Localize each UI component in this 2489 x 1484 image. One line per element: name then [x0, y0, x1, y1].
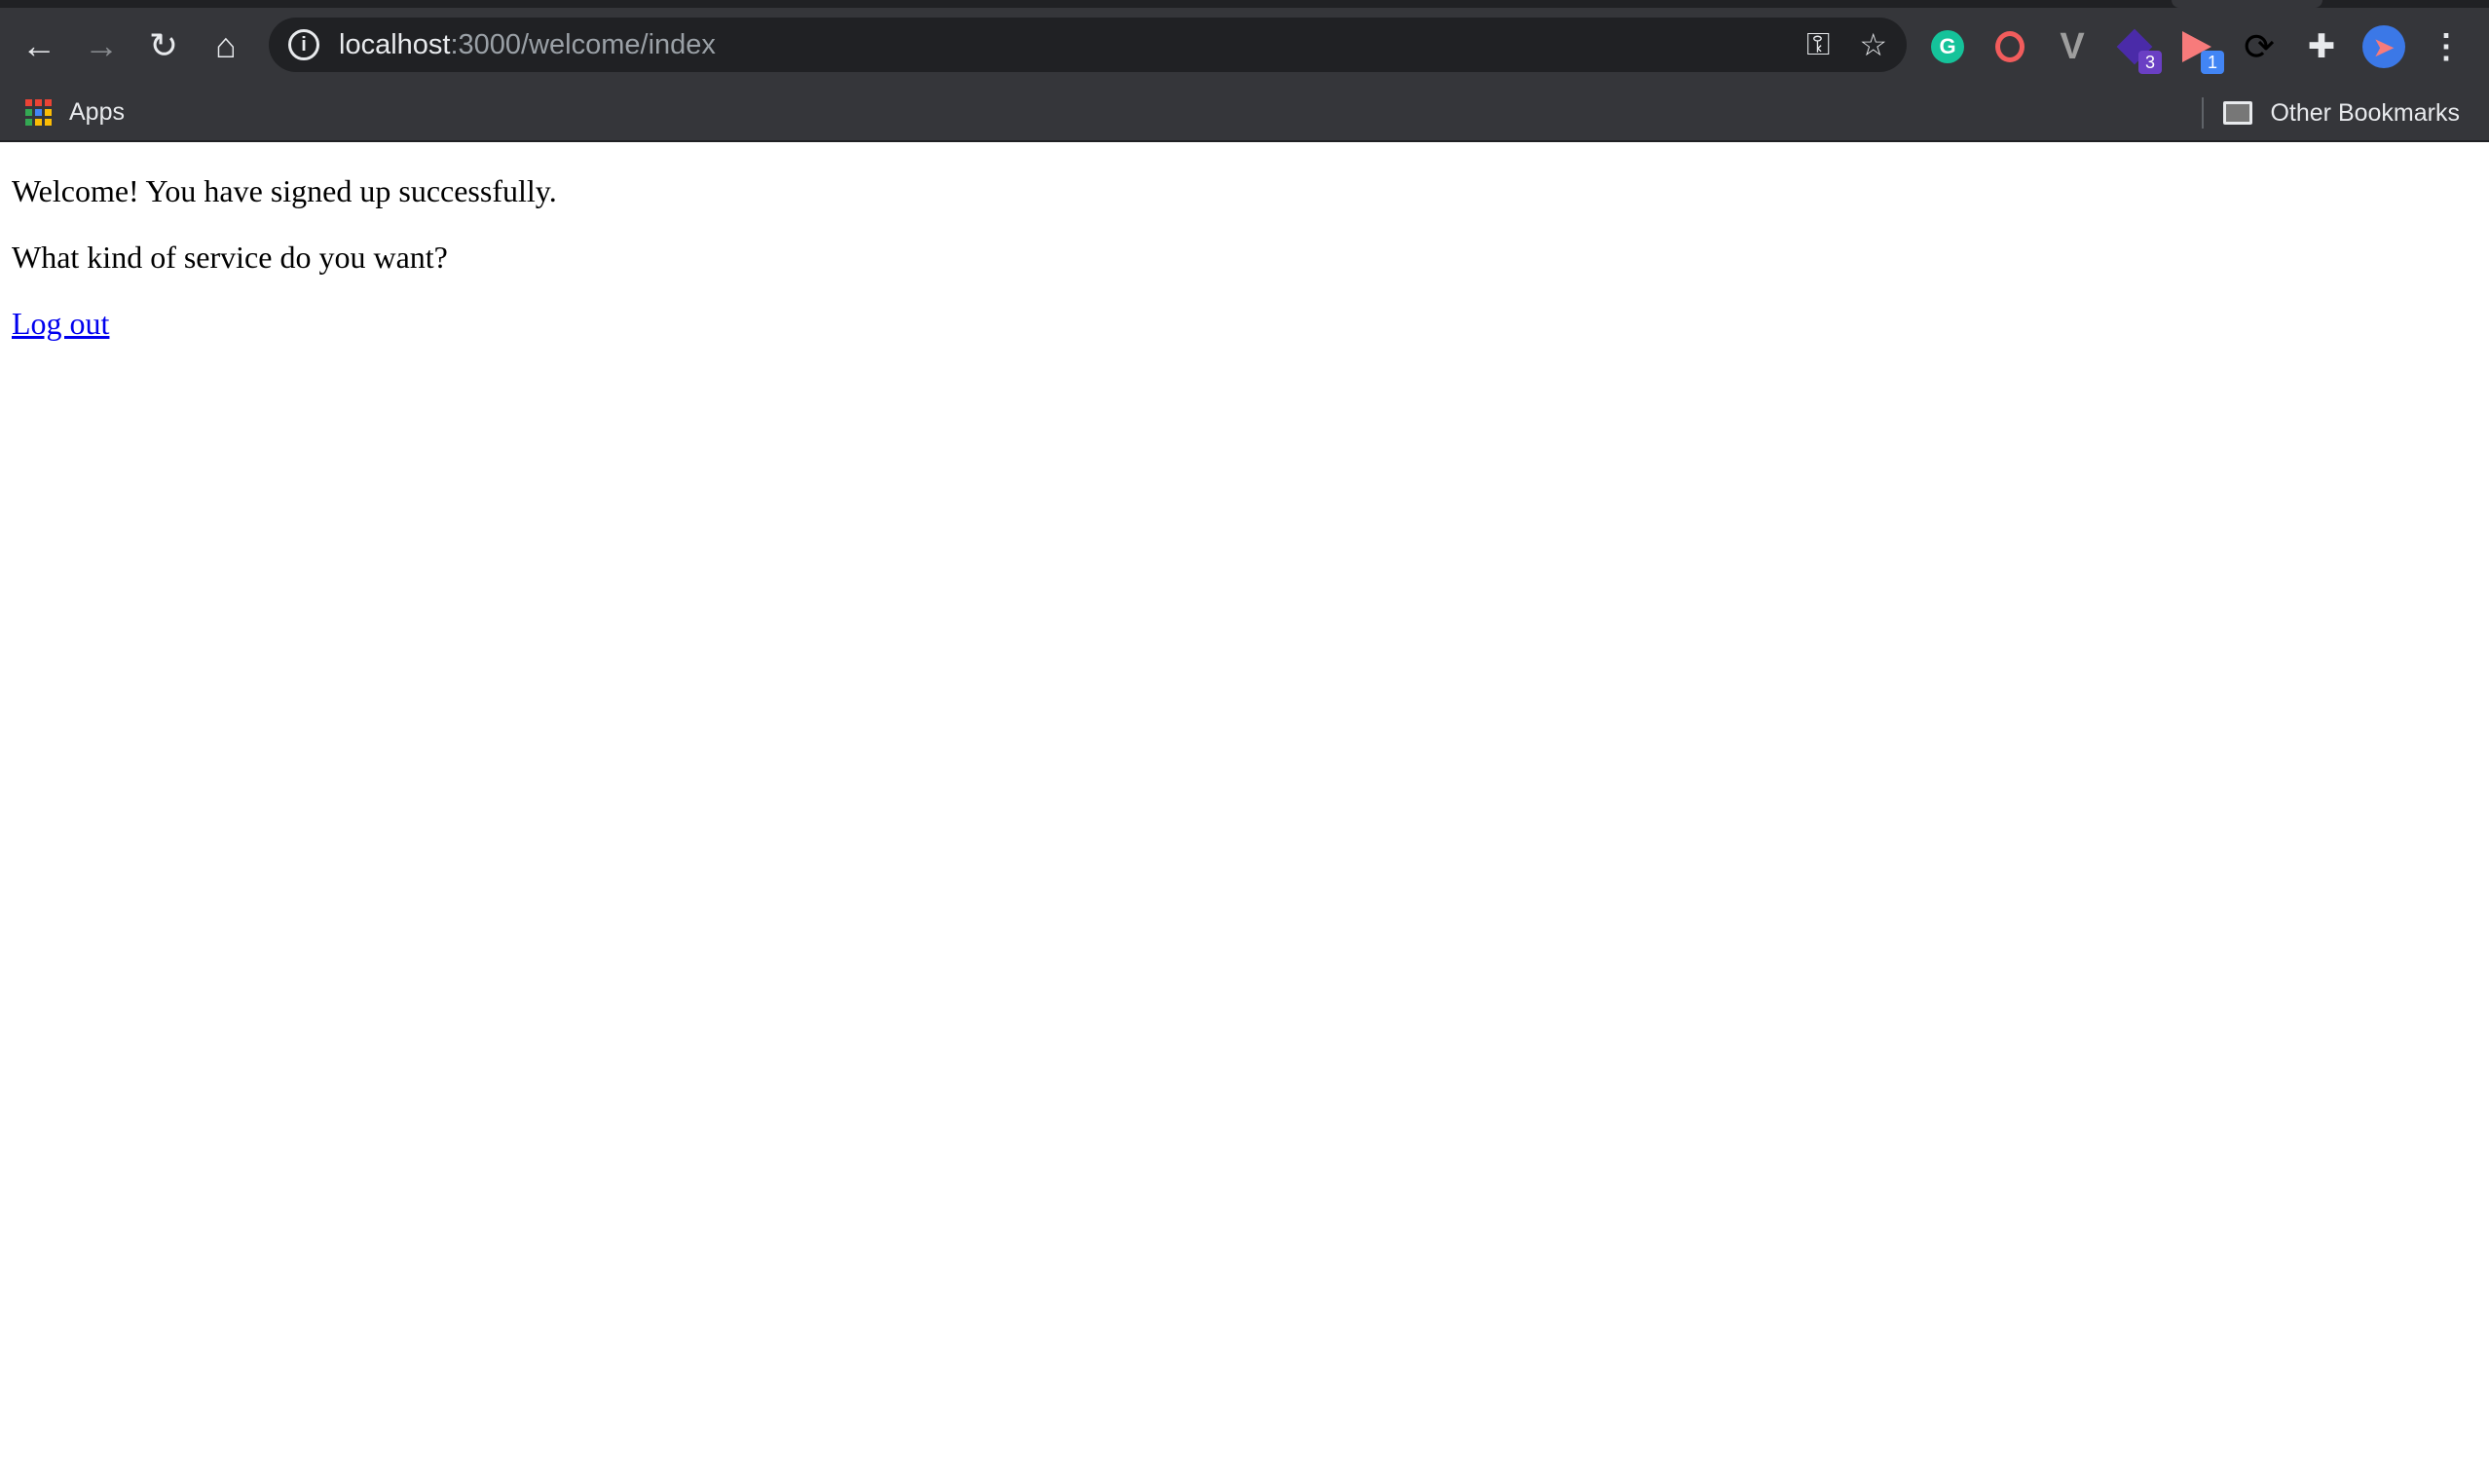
folder-icon	[2223, 101, 2253, 125]
layers-icon[interactable]: 3	[2103, 16, 2166, 78]
browser-chrome: ← → ↻ ⌂ i localhost:3000/welcome/index ⚿…	[0, 0, 2489, 142]
logout-link[interactable]: Log out	[12, 306, 109, 341]
other-bookmarks[interactable]: Other Bookmarks	[2202, 84, 2460, 142]
avatar[interactable]: ➤	[2353, 16, 2415, 78]
tab-strip	[0, 0, 2489, 8]
apps-bookmark[interactable]: Apps	[25, 98, 125, 127]
reload-button[interactable]: ↻	[132, 15, 195, 77]
url-host: localhost	[339, 28, 451, 60]
other-bookmarks-label: Other Bookmarks	[2270, 98, 2460, 127]
welcome-message: Welcome! You have signed up successfully…	[12, 173, 557, 208]
sync-icon[interactable]: ⟳	[2228, 16, 2290, 78]
key-icon[interactable]: ⚿	[1806, 26, 1830, 63]
vue-devtools-icon[interactable]: V	[2041, 16, 2103, 78]
divider	[2202, 97, 2205, 129]
service-question: What kind of service do you want?	[12, 240, 448, 275]
apps-grid-icon	[25, 98, 52, 126]
url-text[interactable]: localhost:3000/welcome/index	[339, 29, 716, 61]
star-icon[interactable]: ☆	[1859, 26, 1887, 63]
info-icon[interactable]: i	[288, 29, 319, 60]
bookmarks-bar: Apps Other Bookmarks	[0, 84, 2489, 142]
back-button[interactable]: ←	[8, 15, 70, 77]
apps-label: Apps	[69, 97, 125, 126]
page-content: Welcome! You have signed up successfully…	[0, 173, 2489, 341]
forward-button[interactable]: →	[70, 15, 132, 77]
home-button[interactable]: ⌂	[195, 15, 257, 77]
url-path: :3000/welcome/index	[450, 28, 716, 60]
badge: 1	[2201, 51, 2224, 74]
spiral-icon[interactable]	[1979, 16, 2041, 78]
badge: 3	[2138, 51, 2162, 74]
puzzle-icon[interactable]: ✚	[2290, 16, 2353, 78]
toolbar: ← → ↻ ⌂ i localhost:3000/welcome/index ⚿…	[0, 8, 2489, 84]
video-icon[interactable]: 1	[2166, 16, 2228, 78]
grammarly-icon[interactable]: G	[1916, 16, 1979, 78]
menu-icon[interactable]: ⋮	[2415, 16, 2477, 78]
address-bar[interactable]: i localhost:3000/welcome/index ⚿ ☆	[269, 18, 1907, 72]
